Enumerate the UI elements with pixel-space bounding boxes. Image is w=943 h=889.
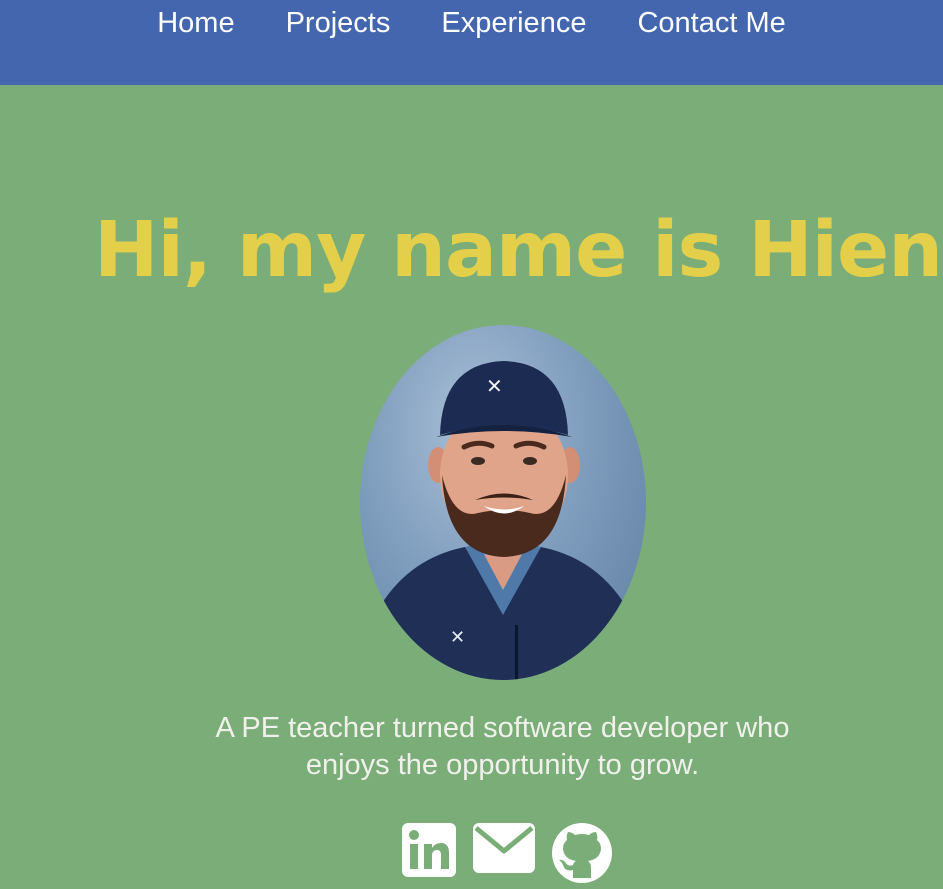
profile-photo: ✕ ✕ <box>360 325 646 680</box>
greeting-heading: Hi, my name is Hien <box>94 206 943 295</box>
github-icon <box>552 823 612 883</box>
mail-icon <box>473 823 535 873</box>
nav-link-contact[interactable]: Contact Me <box>637 7 785 39</box>
nav-item-home: Home <box>157 4 234 44</box>
tagline: A PE teacher turned software developer w… <box>0 710 943 784</box>
svg-text:✕: ✕ <box>450 627 465 648</box>
svg-text:✕: ✕ <box>486 374 503 398</box>
nav-item-contact: Contact Me <box>637 4 785 44</box>
profile-photo-illustration: ✕ ✕ <box>360 361 646 680</box>
social-links <box>401 822 613 889</box>
tagline-line-1: A PE teacher turned software developer w… <box>215 712 790 744</box>
linkedin-icon <box>402 823 456 877</box>
hero-section: Hi, my name is Hien ✕ ✕ A PE teacher tur… <box>0 85 943 883</box>
nav-item-projects: Projects <box>286 4 391 44</box>
linkedin-link[interactable] <box>401 822 457 883</box>
nav-item-experience: Experience <box>441 4 586 44</box>
nav-link-home[interactable]: Home <box>157 7 234 39</box>
navbar: Home Projects Experience Contact Me <box>0 0 943 85</box>
nav-link-projects[interactable]: Projects <box>286 7 391 39</box>
github-link[interactable] <box>551 822 613 889</box>
nav-link-experience[interactable]: Experience <box>441 7 586 39</box>
nav-list: Home Projects Experience Contact Me <box>0 4 943 44</box>
email-link[interactable] <box>472 822 536 879</box>
tagline-line-2: enjoys the opportunity to grow. <box>305 749 700 781</box>
